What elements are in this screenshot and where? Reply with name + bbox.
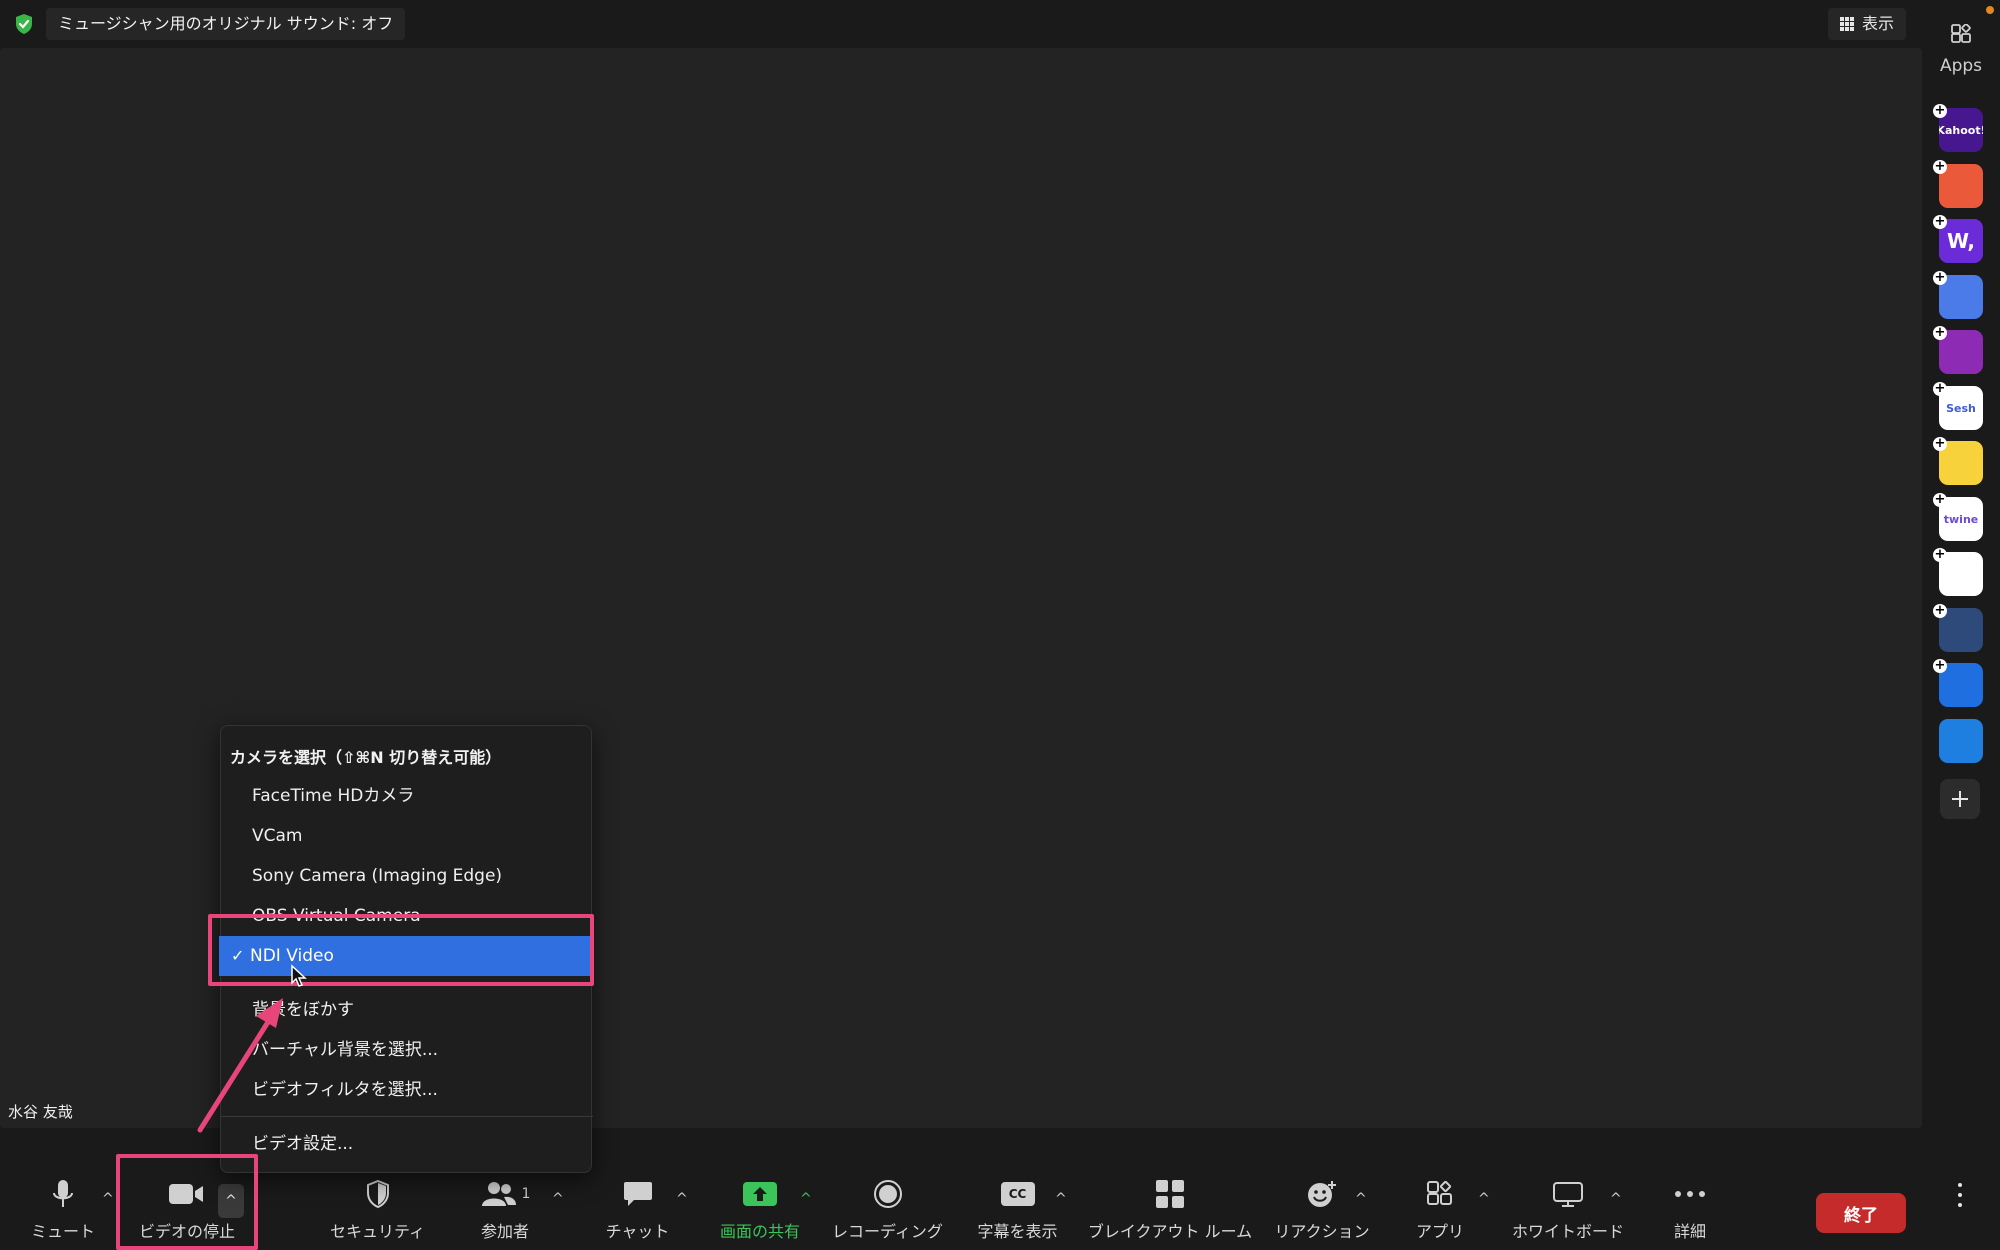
add-app-plus-icon[interactable]: + (1933, 548, 1947, 562)
chat-button[interactable]: チャット (600, 1172, 675, 1250)
video-filter-option[interactable]: ビデオフィルタを選択... (221, 1070, 593, 1110)
menu-divider (221, 1116, 593, 1117)
top-bar: ミュージシャン用のオリジナル サウンド: オフ 表示 (0, 0, 1922, 48)
end-meeting-button[interactable]: 終了 (1816, 1193, 1906, 1233)
participants-button[interactable]: 1 参加者 (470, 1172, 540, 1250)
app-icon-text: Sesh (1946, 401, 1976, 415)
view-button[interactable]: 表示 (1828, 8, 1907, 40)
recording-button[interactable]: レコーディング (830, 1172, 945, 1250)
reactions-button[interactable]: リアクション (1272, 1172, 1372, 1250)
more-label: 詳細 (1673, 1222, 1706, 1241)
ndi-highlight-box (208, 914, 594, 986)
chat-bubble-icon (623, 1182, 652, 1206)
security-label: セキュリティ (329, 1222, 426, 1241)
whiteboard-button[interactable]: ホワイトボード (1508, 1172, 1628, 1250)
apps-icon (1951, 24, 1971, 43)
blur-background-option[interactable]: 背景をぼかす (221, 990, 593, 1030)
view-label: 表示 (1862, 14, 1895, 33)
app-icon-app-timer[interactable] (1939, 719, 1983, 763)
app-icon-text: twine (1943, 512, 1979, 526)
whiteboard-icon (1553, 1182, 1583, 1207)
breakout-rooms-label: ブレイクアウト ルーム (1087, 1222, 1253, 1241)
add-app-plus-icon[interactable]: + (1933, 437, 1947, 451)
chat-label: チャット (605, 1222, 670, 1241)
grid-icon (1840, 17, 1854, 31)
meeting-toolbar: ミュート ビデオの停止 ^ セキュリティ 1 参加者 チャット 画面の共有 レコ… (0, 1172, 1922, 1250)
share-screen-icon (743, 1182, 777, 1206)
video-button-highlight-box (116, 1154, 258, 1250)
more-options-icon[interactable] (1954, 1183, 1966, 1207)
camera-menu-title: カメラを選択（⇧⌘N 切り替え可能） (230, 748, 502, 767)
apps-label: Apps (1939, 56, 1983, 76)
microphone-icon (53, 1180, 73, 1207)
add-app-plus-icon[interactable]: + (1933, 215, 1947, 229)
add-app-plus-icon[interactable]: + (1933, 271, 1947, 285)
apps-options-caret[interactable]: ^ (1478, 1191, 1490, 1207)
ellipsis-icon (1675, 1191, 1705, 1197)
apps-toolbar-label: アプリ (1415, 1222, 1464, 1241)
apps-button[interactable]: アプリ (1410, 1172, 1470, 1250)
virtual-background-option[interactable]: バーチャル背景を選択... (221, 1030, 593, 1070)
captions-button[interactable]: CC 字幕を表示 (975, 1172, 1060, 1250)
add-app-plus-icon[interactable]: + (1933, 659, 1947, 673)
original-sound-status[interactable]: ミュージシャン用のオリジナル サウンド: オフ (46, 8, 406, 40)
whiteboard-options-caret[interactable]: ^ (1610, 1191, 1622, 1207)
security-button[interactable]: セキュリティ (320, 1172, 435, 1250)
camera-option-vcam[interactable]: VCam (221, 816, 593, 856)
video-settings-option[interactable]: ビデオ設定... (221, 1124, 593, 1164)
more-button[interactable]: 詳細 (1660, 1172, 1720, 1250)
camera-option-sony[interactable]: Sony Camera (Imaging Edge) (221, 856, 593, 896)
participant-count: 1 (521, 1186, 531, 1202)
app-icon-text: Kahoot! (1939, 123, 1983, 137)
audio-options-caret[interactable]: ^ (102, 1191, 114, 1207)
shield-check-icon[interactable] (14, 13, 34, 35)
chat-options-caret[interactable]: ^ (676, 1191, 688, 1207)
mute-label: ミュート (30, 1222, 95, 1241)
breakout-rooms-button[interactable]: ブレイクアウト ルーム (1087, 1172, 1253, 1250)
record-icon (873, 1180, 902, 1208)
emoji-plus-icon (1308, 1181, 1336, 1207)
cc-icon: CC (1000, 1182, 1035, 1206)
add-app-plus-icon[interactable]: + (1933, 604, 1947, 618)
camera-option-facetime[interactable]: FaceTime HDカメラ (221, 776, 593, 816)
captions-label: 字幕を表示 (977, 1222, 1058, 1241)
reactions-options-caret[interactable]: ^ (1355, 1191, 1367, 1207)
participants-icon (481, 1182, 516, 1206)
add-app-plus-icon[interactable]: + (1933, 326, 1947, 340)
reactions-label: リアクション (1274, 1222, 1370, 1241)
participants-options-caret[interactable]: ^ (552, 1191, 564, 1207)
add-app-plus-icon[interactable]: + (1933, 160, 1947, 174)
captions-options-caret[interactable]: ^ (1055, 1191, 1067, 1207)
add-app-button[interactable] (1940, 779, 1980, 819)
share-screen-button[interactable]: 画面の共有 (715, 1172, 805, 1250)
share-options-caret[interactable]: ^ (800, 1191, 812, 1207)
app-icon-text: W, (1946, 229, 1976, 253)
participant-name: 水谷 友哉 (8, 1103, 73, 1121)
apps-panel-button[interactable]: Apps (1922, 0, 2000, 80)
recording-label: レコーディング (832, 1222, 943, 1241)
mute-button[interactable]: ミュート (28, 1172, 98, 1250)
share-screen-label: 画面の共有 (719, 1222, 800, 1241)
whiteboard-label: ホワイトボード (1511, 1222, 1624, 1241)
participants-label: 参加者 (480, 1222, 529, 1241)
add-app-plus-icon[interactable]: + (1933, 382, 1947, 396)
breakout-rooms-icon (1156, 1180, 1184, 1208)
plus-icon (1952, 791, 1968, 807)
add-app-plus-icon[interactable]: + (1933, 493, 1947, 507)
apps-grid-icon (1427, 1181, 1452, 1205)
shield-icon (366, 1179, 389, 1209)
add-app-plus-icon[interactable]: + (1933, 104, 1947, 118)
mouse-cursor-icon (291, 964, 307, 987)
